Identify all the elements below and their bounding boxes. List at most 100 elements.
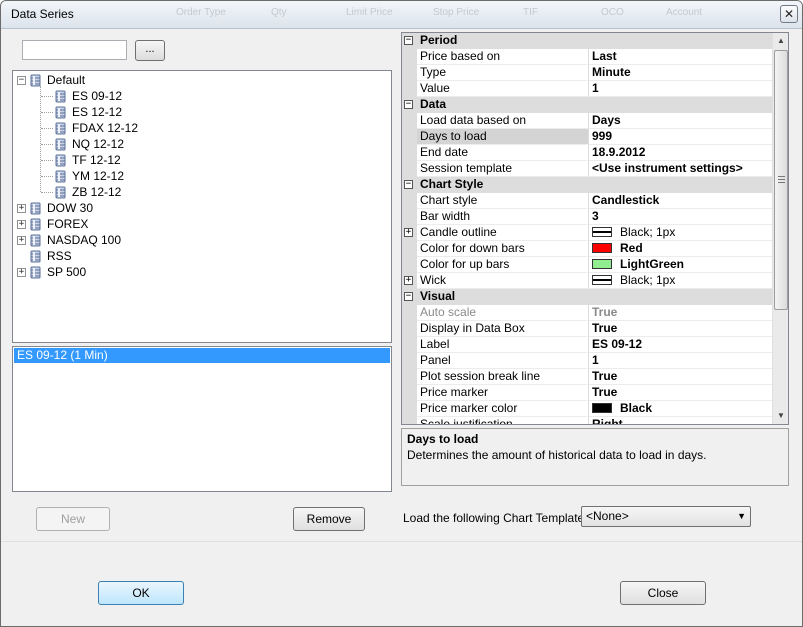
dialog-content: ... − Default ES 09-12 ES 12-12 FDAX 12-12 NQ…: [9, 30, 794, 538]
ok-button[interactable]: OK: [98, 581, 184, 605]
tree-folder[interactable]: + FOREX: [17, 216, 88, 232]
category-visual[interactable]: − Visual: [402, 289, 772, 305]
category-chart-style[interactable]: − Chart Style: [402, 177, 772, 193]
expand-icon[interactable]: +: [17, 219, 26, 229]
category-name: Period: [420, 33, 458, 47]
tree-instrument[interactable]: NQ 12-12: [54, 136, 124, 152]
property-name: End date: [417, 145, 589, 161]
property-value[interactable]: Right: [589, 417, 772, 425]
property-scrollbar[interactable]: ▲ ▼: [772, 33, 788, 424]
property-row[interactable]: Bar width 3: [402, 209, 772, 225]
collapse-icon[interactable]: −: [404, 180, 413, 189]
property-value[interactable]: 3: [589, 209, 772, 225]
property-row[interactable]: Panel 1: [402, 353, 772, 369]
instrument-tree[interactable]: − Default ES 09-12 ES 12-12 FDAX 12-12 NQ 12-…: [12, 70, 392, 343]
property-value[interactable]: <Use instrument settings>: [589, 161, 772, 177]
property-row[interactable]: Days to load 999: [402, 129, 772, 145]
property-row[interactable]: Auto scale True: [402, 305, 772, 321]
series-list-item[interactable]: ES 09-12 (1 Min): [14, 348, 390, 363]
tree-folder[interactable]: + DOW 30: [17, 200, 93, 216]
property-gutter: [402, 337, 417, 353]
collapse-icon[interactable]: −: [17, 75, 26, 85]
tree-folder[interactable]: + NASDAQ 100: [17, 232, 121, 248]
property-row[interactable]: Label ES 09-12: [402, 337, 772, 353]
property-value[interactable]: Last: [589, 49, 772, 65]
window-title: Data Series: [11, 7, 74, 21]
property-value[interactable]: Minute: [589, 65, 772, 81]
property-row[interactable]: Type Minute: [402, 65, 772, 81]
property-value[interactable]: True: [589, 369, 772, 385]
collapse-icon[interactable]: −: [404, 100, 413, 109]
property-value[interactable]: 1: [589, 353, 772, 369]
category-period[interactable]: − Period: [402, 33, 772, 49]
property-value[interactable]: 999: [589, 129, 772, 145]
tree-instrument[interactable]: YM 12-12: [54, 168, 124, 184]
category-data[interactable]: − Data: [402, 97, 772, 113]
property-row[interactable]: Chart style Candlestick: [402, 193, 772, 209]
property-value[interactable]: Red: [589, 241, 772, 257]
instrument-search-input[interactable]: [22, 40, 127, 60]
property-row[interactable]: Price based on Last: [402, 49, 772, 65]
property-row[interactable]: Scale justification Right: [402, 417, 772, 425]
tree-instrument[interactable]: ES 09-12: [54, 88, 122, 104]
expand-icon[interactable]: +: [404, 276, 413, 285]
scroll-down-icon[interactable]: ▼: [773, 408, 788, 424]
chart-template-select[interactable]: <None> ▼: [581, 506, 751, 527]
property-gutter: [402, 209, 417, 225]
scrollbar-thumb[interactable]: [774, 50, 788, 310]
property-grid[interactable]: − Period Price based on Last Type Minute Value…: [401, 32, 789, 425]
property-name: Load data based on: [417, 113, 589, 129]
tree-instrument[interactable]: TF 12-12: [54, 152, 121, 168]
property-gutter: [402, 81, 417, 97]
expand-icon[interactable]: +: [17, 235, 26, 245]
dialog-footer: OK Close: [1, 541, 802, 626]
tree-folder[interactable]: + SP 500: [17, 264, 86, 280]
property-value[interactable]: Candlestick: [589, 193, 772, 209]
expand-icon[interactable]: +: [17, 267, 26, 277]
database-icon: [54, 122, 67, 135]
property-value[interactable]: Black; 1px: [589, 273, 772, 289]
scroll-up-icon[interactable]: ▲: [773, 33, 788, 49]
property-row[interactable]: Color for down bars Red: [402, 241, 772, 257]
tree-folder[interactable]: − Default: [17, 72, 85, 88]
property-row[interactable]: Value 1: [402, 81, 772, 97]
tree-instrument[interactable]: ZB 12-12: [54, 184, 121, 200]
property-value[interactable]: Black: [589, 401, 772, 417]
property-value[interactable]: 1: [589, 81, 772, 97]
database-icon: [29, 74, 42, 87]
property-value[interactable]: ES 09-12: [589, 337, 772, 353]
property-row[interactable]: Session template <Use instrument settings…: [402, 161, 772, 177]
collapse-icon[interactable]: −: [404, 292, 413, 301]
collapse-icon[interactable]: −: [404, 36, 413, 45]
property-row[interactable]: Price marker True: [402, 385, 772, 401]
property-value[interactable]: 18.9.2012: [589, 145, 772, 161]
close-window-button[interactable]: ✕: [780, 5, 798, 23]
new-button[interactable]: New: [36, 507, 110, 531]
close-icon: ✕: [783, 7, 795, 21]
property-row[interactable]: End date 18.9.2012: [402, 145, 772, 161]
property-value-text: Black; 1px: [620, 273, 676, 287]
tree-instrument[interactable]: ES 12-12: [54, 104, 122, 120]
browse-button[interactable]: ...: [135, 40, 165, 61]
expand-icon[interactable]: +: [17, 203, 26, 213]
property-row[interactable]: Plot session break line True: [402, 369, 772, 385]
property-row[interactable]: Display in Data Box True: [402, 321, 772, 337]
close-button[interactable]: Close: [620, 581, 706, 605]
expand-icon[interactable]: +: [404, 228, 413, 237]
property-row[interactable]: Load data based on Days: [402, 113, 772, 129]
property-row[interactable]: Color for up bars LightGreen: [402, 257, 772, 273]
property-value[interactable]: LightGreen: [589, 257, 772, 273]
property-row[interactable]: Price marker color Black: [402, 401, 772, 417]
property-value[interactable]: True: [589, 385, 772, 401]
property-row[interactable]: + Candle outline Black; 1px: [402, 225, 772, 241]
property-value[interactable]: Days: [589, 113, 772, 129]
property-value-text: Right: [592, 417, 623, 425]
property-row[interactable]: + Wick Black; 1px: [402, 273, 772, 289]
data-series-list[interactable]: ES 09-12 (1 Min): [12, 346, 392, 492]
tree-instrument[interactable]: FDAX 12-12: [54, 120, 138, 136]
property-value[interactable]: True: [589, 321, 772, 337]
tree-folder[interactable]: RSS: [17, 248, 72, 264]
property-value[interactable]: Black; 1px: [589, 225, 772, 241]
property-value[interactable]: True: [589, 305, 772, 321]
remove-button[interactable]: Remove: [293, 507, 365, 531]
